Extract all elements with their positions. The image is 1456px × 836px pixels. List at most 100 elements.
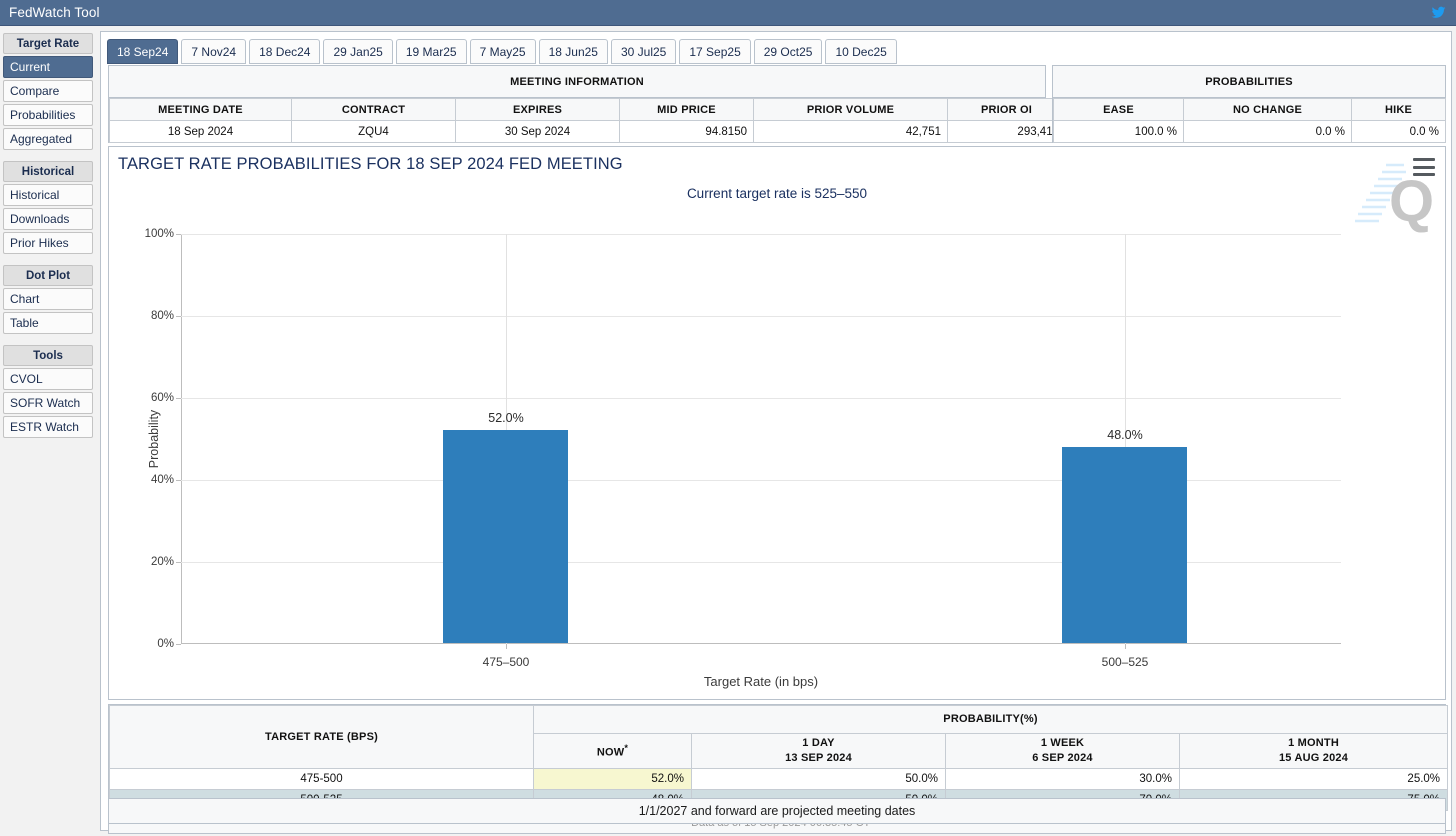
sidebar-item-downloads[interactable]: Downloads [3,208,93,230]
col-ease: EASE [1053,98,1184,121]
col-expires: EXPIRES [455,98,620,121]
col-meeting-date: MEETING DATE [109,98,292,121]
sidebar-item-current[interactable]: Current [3,56,93,78]
probability-grid: TARGET RATE (BPS) PROBABILITY(%) NOW* 1 … [109,705,1449,811]
meeting-information-grid: MEETING DATE CONTRACT EXPIRES MID PRICE … [109,98,1066,143]
gridline-100 [181,234,1341,235]
tab-29-oct25[interactable]: 29 Oct25 [753,39,823,64]
sidebar-item-cvol[interactable]: CVOL [3,368,93,390]
sidebar-header-dot-plot: Dot Plot [3,265,93,286]
table-header-row: EASE NO CHANGE HIKE [1053,98,1446,121]
tab-30-jul25[interactable]: 30 Jul25 [610,39,677,64]
hamburger-menu-icon[interactable] [1413,158,1435,176]
cell-hike: 0.0 % [1351,120,1446,143]
window-title: FedWatch Tool [9,5,100,20]
col-prior-oi: PRIOR OI [947,98,1066,121]
col-mid-price: MID PRICE [619,98,754,121]
bar-475-500[interactable] [443,430,568,643]
y-axis-line [181,234,182,644]
col-1-week-line1: 1 WEEK [1040,737,1085,750]
twitter-icon[interactable] [1425,2,1451,24]
col-1-day: 1 DAY 13 SEP 2024 [691,733,946,769]
table-header-row-group: TARGET RATE (BPS) PROBABILITY(%) [109,705,1449,769]
cell-contract: ZQU4 [291,120,456,143]
bar-500-525[interactable] [1062,447,1187,643]
tab-10-dec25[interactable]: 10 Dec25 [825,39,897,64]
left-sidebar: Target Rate Current Compare Probabilitie… [0,27,96,836]
sidebar-header-target-rate: Target Rate [3,33,93,54]
col-now-label: NOW [596,746,625,759]
table-row: 100.0 % 0.0 % 0.0 % [1053,120,1446,143]
sidebar-item-prior-hikes[interactable]: Prior Hikes [3,232,93,254]
svg-text:Q: Q [1389,169,1433,233]
sidebar-item-aggregated[interactable]: Aggregated [3,128,93,150]
y-label-0: 0% [157,638,174,650]
col-now: NOW* [533,733,692,769]
sidebar-header-historical: Historical [3,161,93,182]
sidebar-item-table[interactable]: Table [3,312,93,334]
sidebar-item-sofr-watch[interactable]: SOFR Watch [3,392,93,414]
col-1-day-line2: 13 SEP 2024 [785,752,852,764]
projected-dates-note: 1/1/2027 and forward are projected meeti… [108,798,1446,824]
y-tick-20 [176,562,181,563]
cell-expires: 30 Sep 2024 [455,120,620,143]
cell-no-change: 0.0 % [1183,120,1352,143]
y-label-20: 20% [150,556,174,568]
tab-7-nov24[interactable]: 7 Nov24 [181,39,247,64]
y-tick-100 [176,234,181,235]
y-tick-40 [176,480,181,481]
sidebar-item-estr-watch[interactable]: ESTR Watch [3,416,93,438]
content-panel: 18 Sep24 7 Nov24 18 Dec24 29 Jan25 19 Ma… [100,31,1452,834]
tab-18-dec24[interactable]: 18 Dec24 [249,39,321,64]
tab-17-sep25[interactable]: 17 Sep25 [679,39,751,64]
sidebar-item-historical[interactable]: Historical [3,184,93,206]
y-label-60: 60% [150,392,174,404]
x-axis-title: Target Rate (in bps) [703,674,819,689]
tab-18-jun25[interactable]: 18 Jun25 [538,39,608,64]
sidebar-divider-1 [0,152,96,161]
col-contract: CONTRACT [291,98,456,121]
y-tick-0 [176,644,181,645]
sidebar-group-target-rate: Target Rate Current Compare Probabilitie… [0,33,96,150]
tab-19-mar25[interactable]: 19 Mar25 [395,39,467,64]
chart-title: TARGET RATE PROBABILITIES FOR 18 SEP 202… [118,155,623,173]
tab-7-may25[interactable]: 7 May25 [469,39,536,64]
col-target-rate-bps: TARGET RATE (BPS) [109,705,534,769]
sidebar-item-compare[interactable]: Compare [3,80,93,102]
meeting-information-table: MEETING INFORMATION MEETING DATE CONTRAC… [108,65,1066,143]
col-1-day-line1: 1 DAY [802,737,835,750]
sidebar-item-chart[interactable]: Chart [3,288,93,310]
cell-now-475-500: 52.0% [533,768,692,790]
cell-meeting-date: 18 Sep 2024 [109,120,292,143]
probabilities-summary-table: PROBABILITIES EASE NO CHANGE HIKE 100.0 … [1052,65,1446,143]
window-titlebar: FedWatch Tool [0,0,1456,26]
table-row: 475-500 52.0% 50.0% 30.0% 25.0% [109,768,1449,790]
col-probability-group: PROBABILITY(%) [532,705,1449,734]
gridline-80 [181,316,1341,317]
cell-target-475-500: 475-500 [109,768,534,790]
tab-18-sep24[interactable]: 18 Sep24 [107,39,179,64]
chart-card: TARGET RATE PROBABILITIES FOR 18 SEP 202… [108,146,1446,700]
probabilities-summary-grid: EASE NO CHANGE HIKE 100.0 % 0.0 % 0.0 % [1053,98,1446,143]
sidebar-group-historical: Historical Historical Downloads Prior Hi… [0,161,96,254]
y-label-40: 40% [150,474,174,486]
col-prior-volume: PRIOR VOLUME [753,98,948,121]
col-1-week: 1 WEEK 6 SEP 2024 [945,733,1180,769]
cell-1week-475-500: 30.0% [945,768,1180,790]
sidebar-group-tools: Tools CVOL SOFR Watch ESTR Watch [0,345,96,438]
cell-prior-volume: 42,751 [753,120,948,143]
main-content: 18 Sep24 7 Nov24 18 Dec24 29 Jan25 19 Ma… [96,27,1456,836]
sidebar-item-probabilities[interactable]: Probabilities [3,104,93,126]
cell-mid-price: 94.8150 [619,120,754,143]
y-label-80: 80% [150,310,174,322]
col-now-asterisk: * [624,742,629,753]
tab-29-jan25[interactable]: 29 Jan25 [323,39,393,64]
sidebar-divider-2 [0,256,96,265]
x-tick-2 [1125,644,1126,649]
col-no-change: NO CHANGE [1183,98,1352,121]
cell-1day-475-500: 50.0% [691,768,946,790]
col-1-month-line1: 1 MONTH [1288,737,1339,750]
sidebar-divider-3 [0,336,96,345]
y-tick-60 [176,398,181,399]
sidebar-group-dot-plot: Dot Plot Chart Table [0,265,96,334]
